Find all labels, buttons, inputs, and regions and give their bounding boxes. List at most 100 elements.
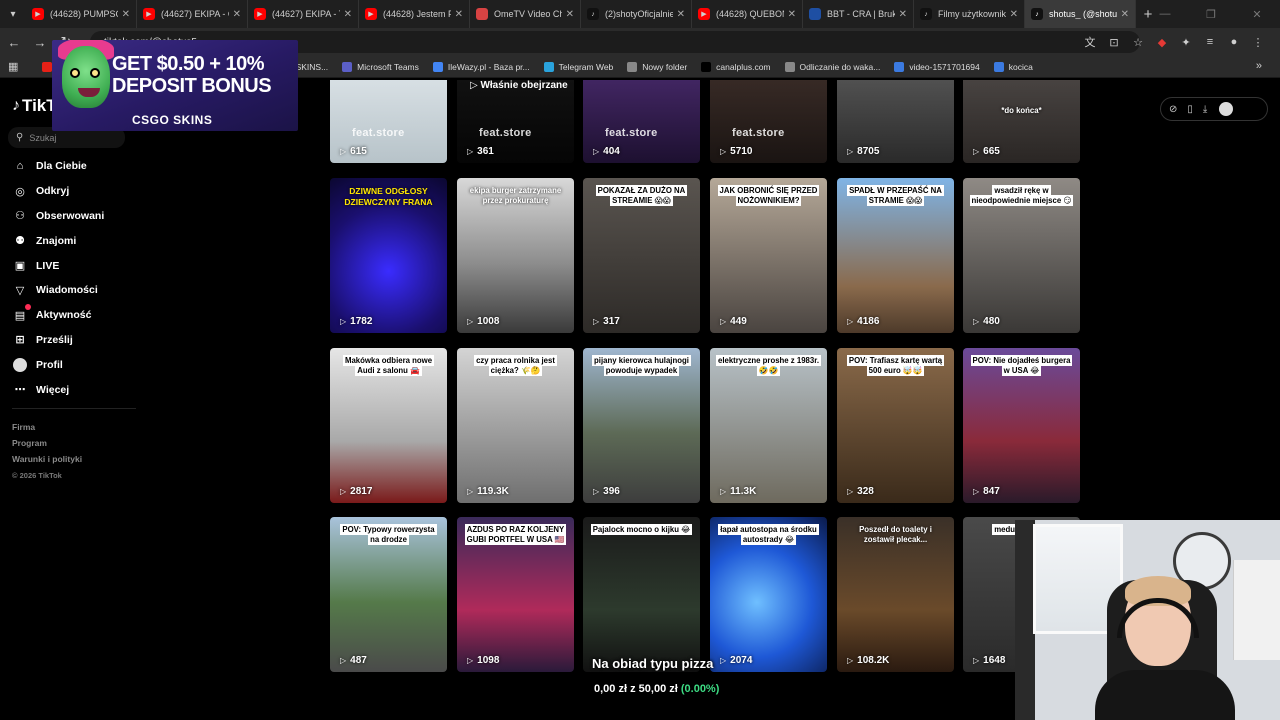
back-icon[interactable]: ←	[2, 30, 26, 54]
sidebar-item-znajomi[interactable]: ⚉ Znajomi	[12, 228, 132, 253]
video-card[interactable]: Makówka odbiera nowe Audi z salonu 🚘 ▷ 281…	[330, 348, 447, 503]
video-card[interactable]: feat.store ▷ 615	[330, 80, 447, 163]
profile-icon[interactable]: ●	[1222, 31, 1246, 53]
browser-tab[interactable]: BBT - CRA | Bruk- ✕	[803, 0, 914, 28]
tab-close-icon[interactable]: ✕	[1010, 9, 1018, 20]
bookmarks-more-icon[interactable]: »	[1256, 60, 1262, 72]
tab-close-icon[interactable]: ✕	[455, 9, 463, 20]
bookmark-favicon-icon	[784, 61, 795, 72]
sidebar-item-label: Znajomi	[36, 234, 77, 247]
extensions-icon[interactable]: ✦	[1174, 31, 1198, 53]
video-caption: POV: Typowy rowerzysta na drodze	[336, 524, 441, 545]
install-icon[interactable]: ⊡	[1102, 31, 1126, 53]
bookmark-item[interactable]: Microsoft Teams	[342, 61, 419, 72]
browser-tab[interactable]: ▶ (44627) EKIPA - TI ✕	[248, 0, 359, 28]
video-card[interactable]: elektryczne proshe z 1983r. 🤣🤣 ▷ 11.3K	[710, 348, 827, 503]
tab-close-icon[interactable]: ✕	[1121, 9, 1129, 20]
video-card[interactable]: SPADŁ W PRZEPAŚĆ NA STRAMIE 😱😱 ▷ 4186	[837, 178, 954, 333]
tab-close-icon[interactable]: ✕	[344, 9, 352, 20]
user-avatar[interactable]	[1219, 102, 1234, 116]
video-card[interactable]: JAK OBRONIĆ SIĘ PRZED NOŻOWNIKIEM? ▷ 449	[710, 178, 827, 333]
media-icon[interactable]: ≡	[1198, 31, 1222, 53]
video-card[interactable]: wsadził rękę w nieodpowiednie miejsce 😏 ▷…	[963, 178, 1080, 333]
sidebar-item-profil[interactable]: Profil	[12, 352, 132, 377]
browser-tab[interactable]: ▶ (44627) EKIPA - O ✕	[137, 0, 248, 28]
download-icon[interactable]: ⤓	[1203, 104, 1207, 115]
sidebar-item-dla-ciebie[interactable]: ⌂ Dla Ciebie	[12, 154, 132, 179]
video-card[interactable]: feat.store ▷ 361	[457, 80, 574, 163]
csgo-skins-ad[interactable]: GET $0.50 + 10% DEPOSIT BONUS CSGO SKINS	[52, 40, 298, 131]
play-icon: ▷	[847, 487, 854, 496]
bookmark-item[interactable]: video-1571701694	[894, 61, 980, 72]
video-card[interactable]: ekipa burger zatrzymane przez prokuratur…	[457, 178, 574, 333]
video-card[interactable]: czy praca rolnika jest ciężka? 🌾🤔 ▷ 119.3K	[457, 348, 574, 503]
video-card[interactable]: pijany kierowca hulajnogi powoduje wypad…	[583, 348, 700, 503]
bookmark-item[interactable]: Nowy folder	[627, 61, 687, 72]
close-window-icon[interactable]: ✕	[1234, 0, 1280, 28]
bookmark-item[interactable]: IleWazy.pl - Baza pr...	[432, 61, 530, 72]
video-card[interactable]: feat.store ▷ 404	[583, 80, 700, 163]
video-card[interactable]: ▷ 8705	[837, 80, 954, 163]
extension-red-icon[interactable]: ◆	[1150, 31, 1174, 53]
browser-tab[interactable]: ♪ (2)shotyOficjalnie ✕	[581, 0, 692, 28]
video-card[interactable]: DZIWNE ODGŁOSY DZIEWCZYNY FRANA ▷ 1782	[330, 178, 447, 333]
video-caption-text: wsadził rękę w nieodpowiednie miejsce 😏	[969, 185, 1074, 206]
tab-close-icon[interactable]: ✕	[677, 9, 685, 20]
play-icon: ▷	[593, 487, 600, 496]
tab-close-icon[interactable]: ✕	[788, 9, 796, 20]
sidebar-item-wi-cej[interactable]: ⋯ Więcej	[12, 377, 132, 402]
video-card[interactable]: POV: Trafiasz kartę wartą 500 euro 🤯🤯 ▷ 32…	[837, 348, 954, 503]
sidebar-item-wiadomo-ci[interactable]: ▽ Wiadomości	[12, 278, 132, 303]
view-count-text: 615	[350, 146, 367, 157]
browser-tab[interactable]: ♪ Filmy użytkownika ✕	[914, 0, 1025, 28]
sidebar-item-live[interactable]: ▣ LIVE	[12, 253, 132, 278]
forward-icon[interactable]: →	[28, 30, 52, 54]
translate-icon[interactable]: 文	[1078, 31, 1102, 53]
phone-icon[interactable]: ▯	[1187, 104, 1193, 115]
tab-close-icon[interactable]: ✕	[899, 9, 907, 20]
view-count-text: 1008	[477, 316, 500, 327]
sidebar-nav: ⌂ Dla Ciebie ◎ Odkryj ⚇ Obserwowani ⚉ Znajomi ▣ L…	[12, 154, 132, 402]
tab-search-icon[interactable]: ▾	[0, 0, 26, 28]
footer-link[interactable]: Warunki i polityki	[12, 451, 82, 467]
play-icon: ▷	[340, 147, 347, 156]
video-card[interactable]: feat.store ▷ 5710	[710, 80, 827, 163]
browser-tab[interactable]: OmeTV Video Ch ✕	[470, 0, 581, 28]
bookmark-favicon-icon	[543, 61, 554, 72]
tab-close-icon[interactable]: ✕	[122, 9, 130, 20]
video-card[interactable]: POKAZAŁ ZA DUŻO NA STREAMIE 😱😱 ▷ 317	[583, 178, 700, 333]
maximize-icon[interactable]: ❐	[1188, 0, 1234, 28]
tab-close-icon[interactable]: ✕	[566, 9, 574, 20]
bookmark-item[interactable]: Odliczanie do waka...	[784, 61, 880, 72]
video-card[interactable]: Pajalock mocno o kijku 😂	[583, 517, 700, 672]
browser-tab[interactable]: ▶ (44628) Jestem Pi ✕	[359, 0, 470, 28]
apps-icon[interactable]: ▦	[8, 60, 18, 73]
video-caption-text: POV: Typowy rowerzysta na drodze	[340, 524, 437, 545]
minimize-icon[interactable]: —	[1142, 0, 1188, 28]
window-controls: — ❐ ✕	[1142, 0, 1280, 28]
video-card[interactable]: łapał autostopa na środku autostrady 😂 ▷ 2…	[710, 517, 827, 672]
coins-icon[interactable]: ⊘	[1169, 104, 1177, 115]
sidebar-item-odkryj[interactable]: ◎ Odkryj	[12, 179, 132, 204]
bookmark-star-icon[interactable]: ☆	[1126, 31, 1150, 53]
footer-link[interactable]: Firma	[12, 419, 82, 435]
tab-close-icon[interactable]: ✕	[233, 9, 241, 20]
video-card[interactable]: AZDUS PO RAZ KOLJENY GUBI PORTFEL W USA …	[457, 517, 574, 672]
bookmark-item[interactable]: Telegram Web	[543, 61, 613, 72]
browser-tab[interactable]: ▶ (44628) PUMPSCI ✕	[26, 0, 137, 28]
bookmark-item[interactable]: kocica	[993, 61, 1033, 72]
browser-tab[interactable]: ♪ shotus_ (@shotus ✕	[1025, 0, 1136, 28]
sidebar-item-prze-lij[interactable]: ⊞ Prześlij	[12, 328, 132, 353]
video-card[interactable]: POV: Typowy rowerzysta na drodze ▷ 487	[330, 517, 447, 672]
video-card[interactable]: POV: Nie dojadłeś burgera w USA 😂 ▷ 847	[963, 348, 1080, 503]
bookmark-item[interactable]: canalplus.com	[701, 61, 771, 72]
menu-icon[interactable]: ⋮	[1246, 31, 1270, 53]
youtube-favicon-icon: ▶	[365, 8, 377, 20]
sidebar-item-aktywno-[interactable]: ▤ Aktywność	[12, 303, 132, 328]
footer-link[interactable]: Program	[12, 435, 82, 451]
video-card[interactable]: *do końca* ▷ 665	[963, 80, 1080, 163]
video-watermark: feat.store	[479, 127, 532, 139]
video-card[interactable]: Poszedł do toalety i zostawił plecak... ▷…	[837, 517, 954, 672]
browser-tab[interactable]: ▶ (44628) QUEBON ✕	[692, 0, 803, 28]
sidebar-item-obserwowani[interactable]: ⚇ Obserwowani	[12, 204, 132, 229]
